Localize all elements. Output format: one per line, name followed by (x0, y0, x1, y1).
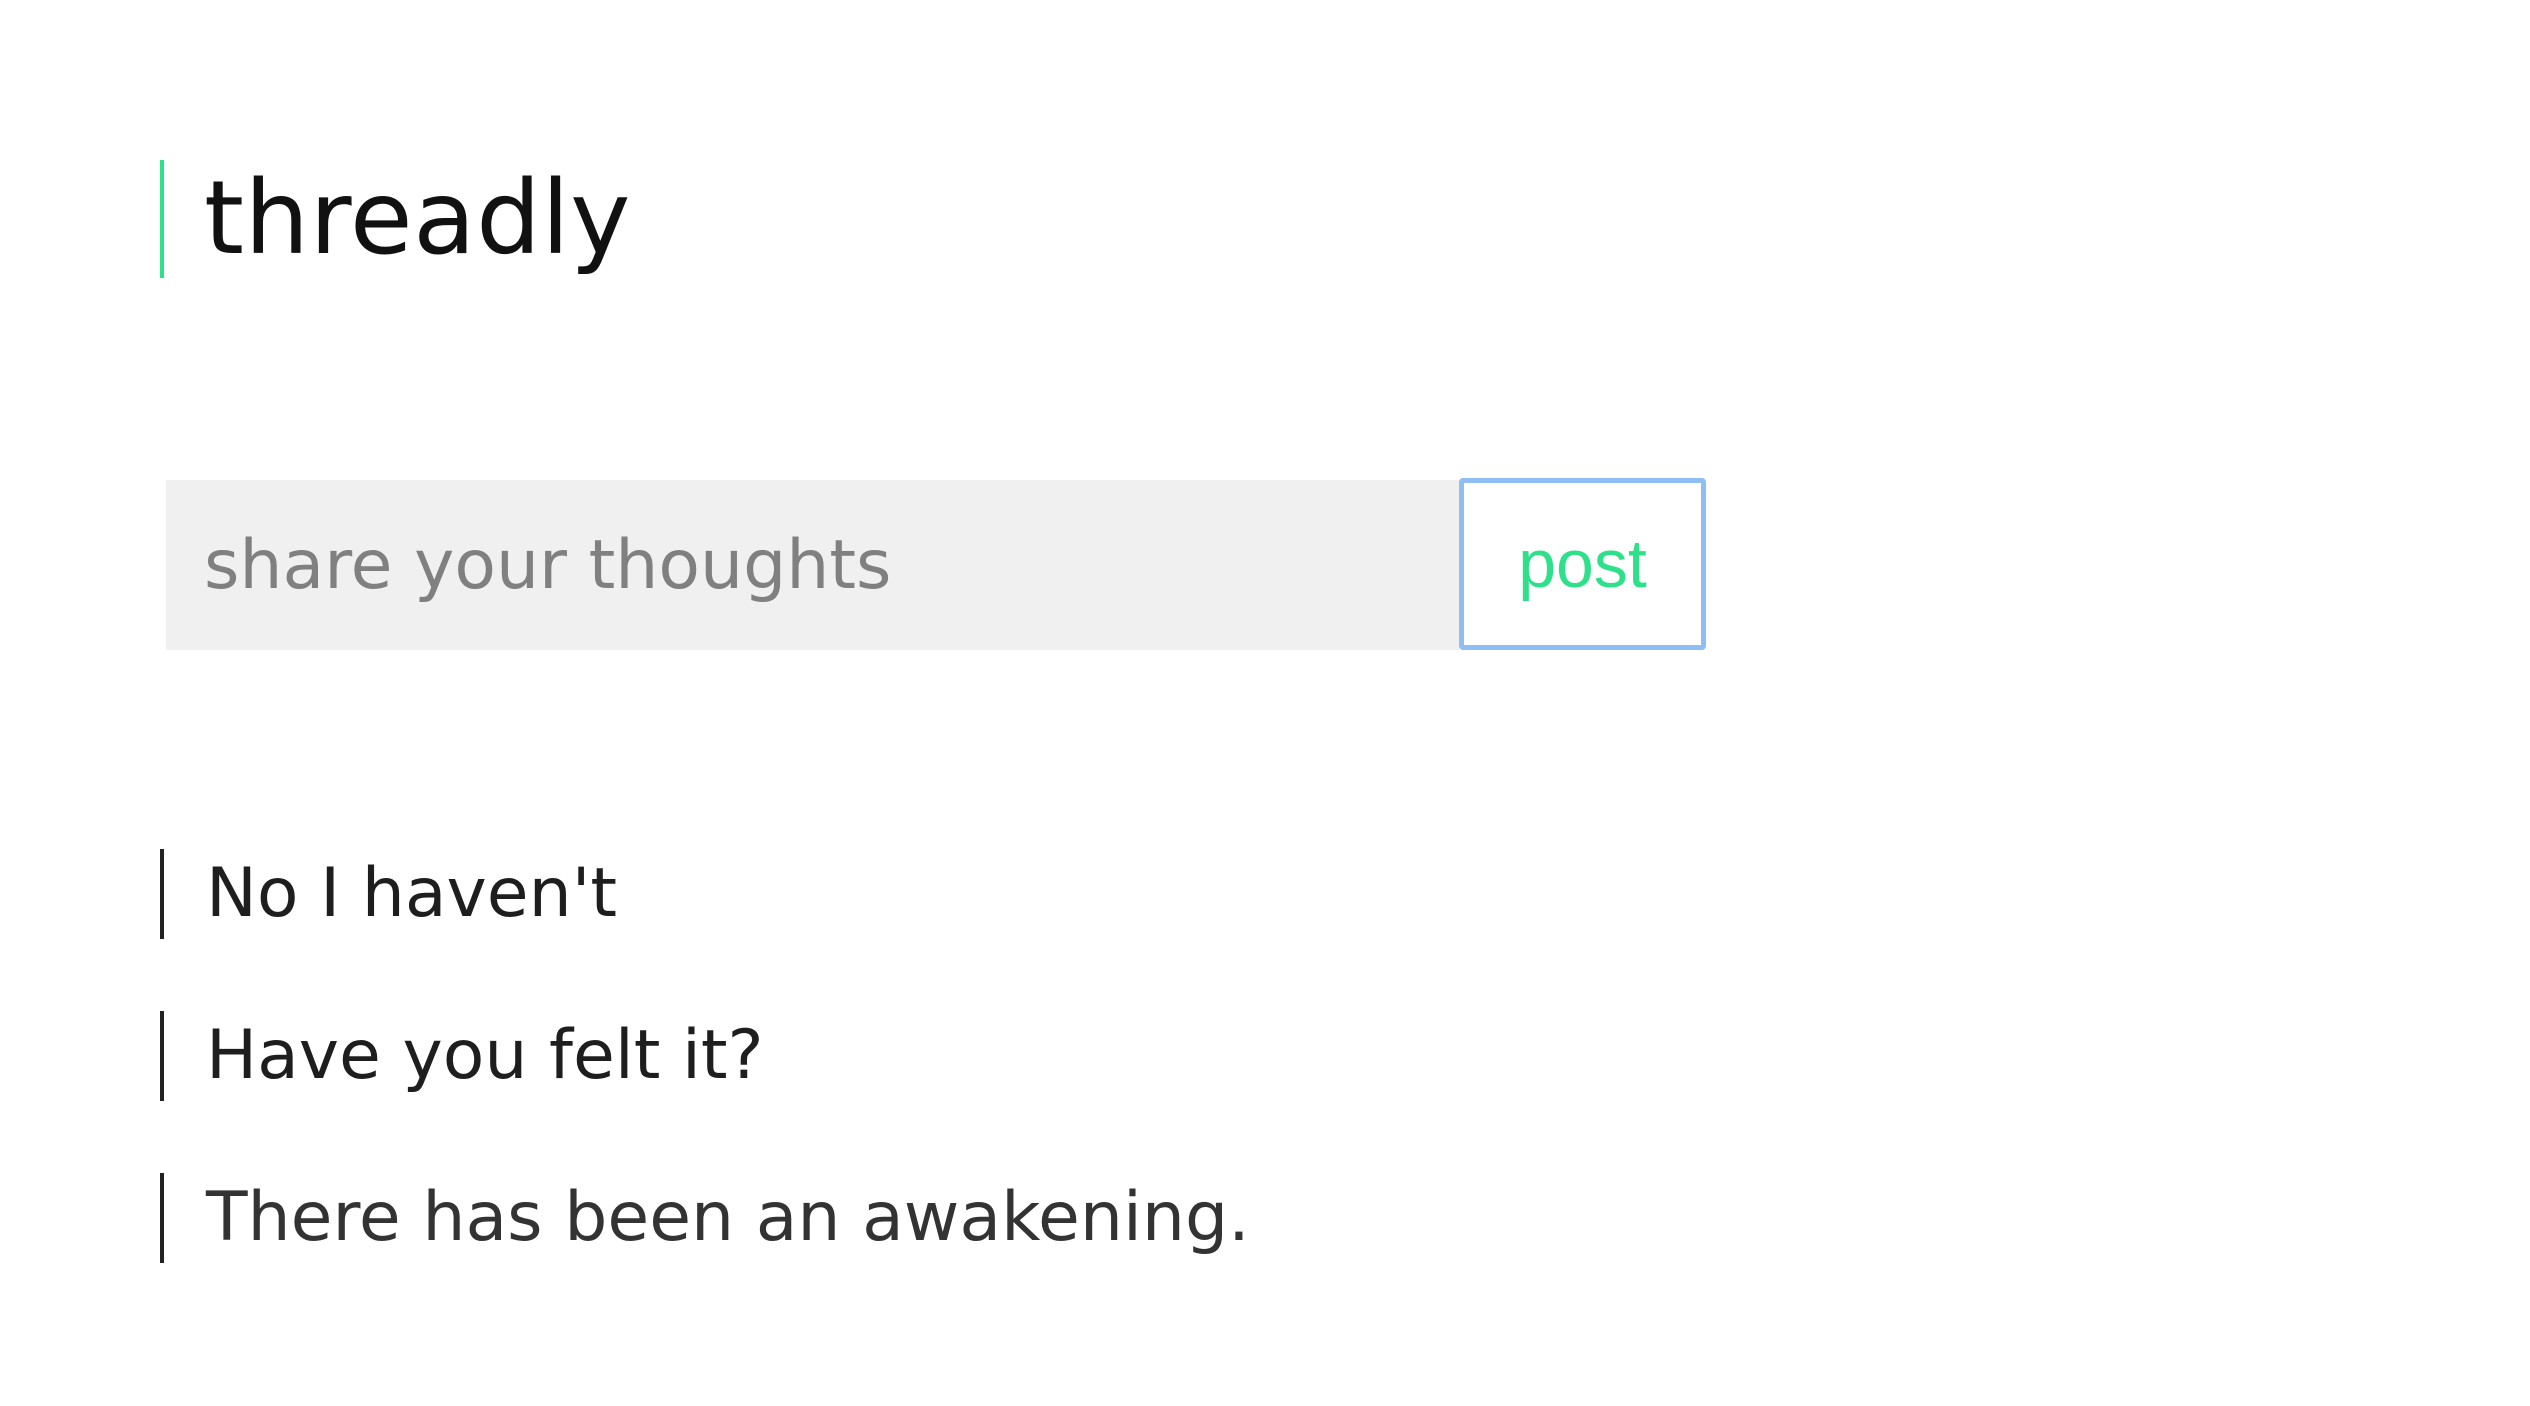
post-button[interactable]: post (1459, 478, 1706, 650)
brand-accent-bar (160, 160, 164, 278)
thread-item: Have you felt it? (160, 1010, 1250, 1102)
thread-item: No I haven't (160, 848, 1250, 940)
thread-marker-bar (160, 849, 164, 939)
thread-text: Have you felt it? (206, 1016, 764, 1095)
thread-text: There has been an awakening. (206, 1178, 1250, 1257)
app-title: threadly (204, 159, 632, 278)
thread-marker-bar (160, 1173, 164, 1263)
post-composer: post (166, 478, 1706, 650)
thought-input[interactable] (166, 480, 1459, 650)
thread-item: There has been an awakening. (160, 1172, 1250, 1264)
thread-text: No I haven't (206, 854, 618, 933)
thread-list: No I haven't Have you felt it? There has… (160, 848, 1250, 1334)
app-header: threadly (160, 160, 631, 278)
thread-marker-bar (160, 1011, 164, 1101)
